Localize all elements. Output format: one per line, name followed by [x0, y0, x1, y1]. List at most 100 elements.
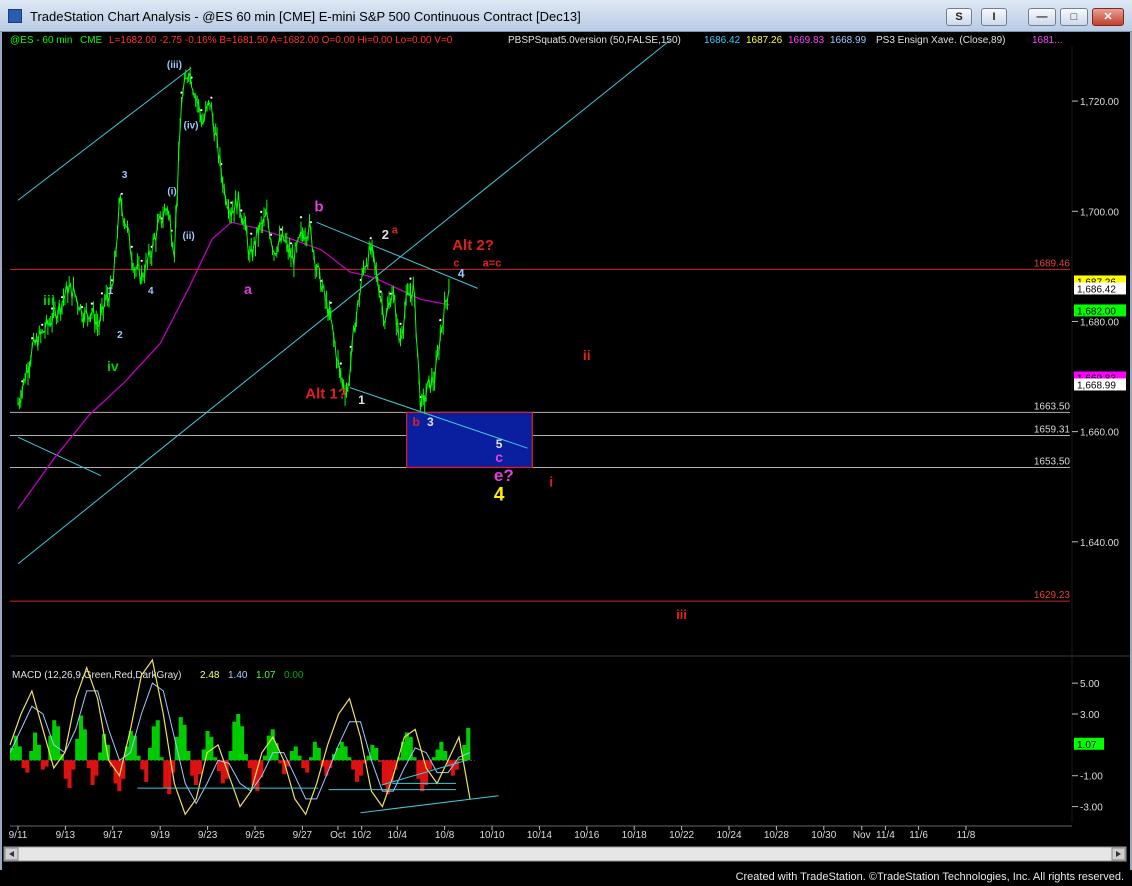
macd-histogram-bar: [263, 755, 268, 761]
pivot-dot: [41, 323, 44, 326]
wave-label: a: [244, 281, 252, 297]
chart-header: @ES - 60 min CME L=1682.00 -2.75 -0.16% …: [10, 35, 1063, 46]
macd-histogram-bar: [44, 760, 49, 767]
pivot-dot: [379, 290, 382, 293]
wave-label: (ii): [183, 231, 195, 242]
macd-histogram-bar: [381, 760, 386, 785]
macd-histogram-bar: [79, 715, 84, 761]
macd-current-badge-label: 1.07: [1077, 740, 1097, 751]
price-badge-label: 1,686.42: [1077, 284, 1116, 295]
macd-histogram-bar: [297, 755, 302, 761]
ensign-label: PS3 Ensign Xave. (Close,89): [876, 35, 1006, 46]
macd-histogram-bar: [431, 757, 436, 761]
macd-histogram-bar: [240, 726, 245, 761]
indicator-value-2: 1687.26: [746, 35, 783, 46]
macd-histogram-bar: [458, 758, 463, 761]
indicator-label: PBSPSquat5.0version (50,FALSE,150): [508, 35, 681, 46]
tradestation-app-icon: [8, 9, 22, 23]
x-axis-label: 11/6: [909, 830, 928, 841]
pivot-dot: [200, 109, 203, 112]
macd-histogram-bar: [86, 760, 91, 768]
macd-histogram-bar: [343, 746, 348, 761]
x-axis-label: 10/24: [716, 830, 741, 841]
minimize-button[interactable]: —: [1028, 8, 1056, 26]
macd-histogram-bar: [466, 727, 471, 761]
x-axis-label: 11/4: [876, 830, 895, 841]
macd-histogram-bar: [155, 720, 160, 761]
indicator-value-1: 1686.42: [704, 35, 741, 46]
macd-histogram-bar: [301, 760, 306, 768]
chart-canvas[interactable]: @ES - 60 min CME L=1682.00 -2.75 -0.16% …: [0, 32, 1132, 870]
wave-label: (i): [167, 187, 176, 198]
wave-label: a: [392, 224, 399, 236]
target-zone-box: [406, 411, 533, 469]
x-axis-label: 10/22: [669, 830, 694, 841]
horizontal-level-label: 1659.31: [1034, 424, 1071, 435]
macd-histogram-bar: [17, 746, 22, 761]
x-axis-label: 10/16: [574, 830, 599, 841]
macd-histogram-bar: [90, 760, 95, 785]
macd-histogram-bar: [194, 760, 199, 785]
macd-histogram-bar: [21, 760, 26, 768]
macd-histogram-bar: [355, 760, 360, 782]
pivot-dot: [120, 192, 123, 195]
pivot-dot: [110, 279, 113, 282]
pivot-dot: [180, 91, 183, 94]
macd-value: 0.00: [284, 670, 304, 681]
horizontal-scrollbar[interactable]: [3, 846, 1127, 862]
macd-histogram-bar: [29, 751, 34, 761]
x-axis-label: 10/2: [352, 830, 372, 841]
quote-stats: L=1682.00 -2.75 -0.16% B=1681.50 A=1682.…: [109, 35, 453, 46]
macd-histogram-bar: [443, 751, 448, 761]
wave-label: 4: [494, 485, 505, 506]
macd-histogram-bar: [52, 720, 57, 761]
wave-label: (iii): [167, 60, 182, 71]
macd-histogram-bar: [151, 726, 156, 761]
macd-histogram-bar: [75, 738, 80, 761]
x-axis-label: Oct: [330, 830, 346, 841]
macd-histogram-bar: [347, 757, 352, 761]
scrollbar-track[interactable]: [3, 846, 1127, 862]
copyright-text: Created with TradeStation. ©TradeStation…: [735, 871, 1124, 883]
styles-button[interactable]: S: [946, 8, 972, 26]
x-axis-label: 9/13: [56, 830, 76, 841]
macd-histogram-bar: [351, 760, 356, 770]
pivot-dot: [299, 216, 303, 219]
close-button[interactable]: ✕: [1092, 8, 1124, 26]
macd-histogram-bar: [144, 760, 149, 782]
horizontal-level-label: 1663.50: [1034, 401, 1071, 412]
exchange-label: CME: [80, 35, 103, 46]
pivot-dot: [100, 292, 103, 295]
macd-histogram-bar: [435, 749, 440, 761]
maximize-button[interactable]: □: [1060, 8, 1088, 26]
macd-histogram-bar: [389, 760, 394, 782]
macd-histogram-bar: [82, 729, 87, 761]
x-axis-label: 10/8: [435, 830, 455, 841]
wave-label: 2: [117, 330, 123, 341]
macd-histogram-bar: [213, 757, 218, 761]
pivot-dot: [439, 319, 442, 322]
pivot-dot: [140, 259, 143, 262]
price-axis-label: 1,660.00: [1080, 428, 1119, 439]
horizontal-level-label: 1653.50: [1034, 456, 1071, 467]
price-axis-label: 1,640.00: [1080, 538, 1119, 549]
macd-histogram-bar: [236, 714, 241, 761]
pivot-dot: [90, 302, 93, 305]
macd-histogram-bar: [40, 760, 45, 770]
macd-value: 1.07: [256, 670, 276, 681]
window-title-bar: TradeStation Chart Analysis - @ES 60 min…: [0, 0, 1132, 32]
indicator-value-3: 1669.83: [788, 35, 825, 46]
pivot-dot: [240, 209, 243, 212]
pivot-dot: [329, 301, 332, 304]
wave-label: iv: [107, 358, 119, 374]
macd-histogram-bar: [289, 751, 294, 761]
macd-histogram-bar: [148, 747, 153, 761]
macd-histogram-bar: [316, 747, 321, 761]
wave-label: b: [412, 415, 419, 429]
insert-button[interactable]: I: [981, 8, 1007, 26]
macd-histogram-bar: [358, 760, 363, 776]
macd-histogram-bar: [159, 757, 164, 761]
macd-histogram-bar: [163, 760, 168, 789]
pivot-dot: [369, 237, 372, 240]
macd-histogram-bar: [247, 760, 252, 768]
